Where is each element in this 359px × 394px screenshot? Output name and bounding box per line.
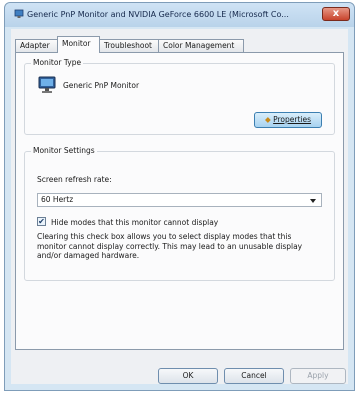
monitor-type-group: Monitor Type Generic PnP Monitor ◆ Prope…	[24, 58, 335, 135]
properties-button-label: Properties	[273, 115, 312, 124]
tab-monitor[interactable]: Monitor	[57, 36, 100, 53]
tab-panel-monitor: Monitor Type Generic PnP Monitor ◆ Prope…	[15, 52, 344, 350]
tab-troubleshoot[interactable]: Troubleshoot	[99, 39, 159, 52]
tab-color-management[interactable]: Color Management	[158, 39, 244, 52]
monitor-settings-group: Monitor Settings Screen refresh rate: 60…	[24, 146, 335, 281]
dialog-client: Adapter Monitor Troubleshoot Color Manag…	[11, 29, 348, 384]
refresh-rate-value: 60 Hertz	[41, 195, 74, 204]
dropdown-arrow-icon	[310, 199, 316, 203]
display-icon	[14, 9, 24, 18]
refresh-rate-label: Screen refresh rate:	[37, 175, 112, 184]
tab-adapter[interactable]: Adapter	[15, 39, 58, 52]
ok-button[interactable]: OK	[158, 368, 218, 384]
group-title-monitor-settings: Monitor Settings	[31, 146, 97, 155]
hide-modes-description: Clearing this check box allows you to se…	[37, 232, 303, 260]
hide-modes-checkbox[interactable]: ✔	[37, 217, 46, 226]
title-bar[interactable]: Generic PnP Monitor and NVIDIA GeForce 6…	[5, 3, 354, 27]
window-title: Generic PnP Monitor and NVIDIA GeForce 6…	[27, 10, 289, 19]
refresh-rate-select[interactable]: 60 Hertz	[37, 193, 322, 207]
cancel-button[interactable]: Cancel	[224, 368, 284, 384]
properties-button[interactable]: ◆ Properties	[254, 112, 322, 128]
close-button[interactable]: x	[322, 7, 350, 21]
hide-modes-label[interactable]: Hide modes that this monitor cannot disp…	[51, 218, 218, 227]
monitor-name: Generic PnP Monitor	[63, 81, 140, 90]
monitor-icon	[38, 76, 56, 93]
properties-dialog: Generic PnP Monitor and NVIDIA GeForce 6…	[4, 2, 355, 391]
apply-button[interactable]: Apply	[290, 368, 346, 384]
group-title-monitor-type: Monitor Type	[31, 58, 84, 67]
shield-icon: ◆	[264, 115, 271, 124]
